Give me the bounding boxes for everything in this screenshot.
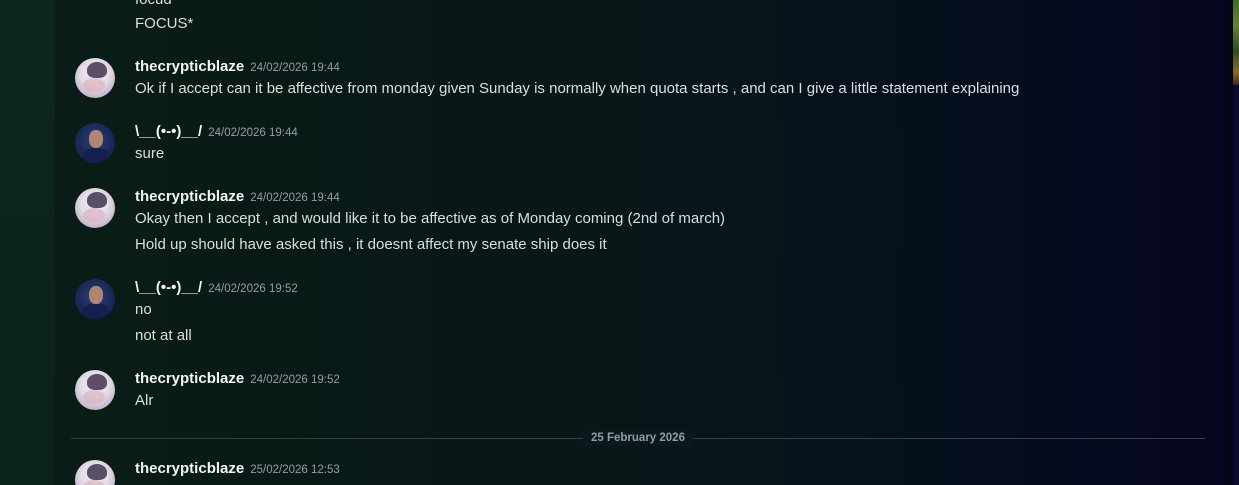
message-header: \__(•-•)__/ 24/02/2026 19:44 — [135, 122, 298, 142]
message-timestamp[interactable]: 24/02/2026 19:52 — [208, 283, 298, 295]
message-timestamp[interactable]: 24/02/2026 19:44 — [208, 127, 298, 139]
left-panel-edge — [0, 0, 55, 485]
message-line: focud* — [135, 0, 178, 10]
message-line: Hold up should have asked this , it does… — [135, 236, 607, 253]
message-header: thecrypticblaze 24/02/2026 19:52 — [135, 369, 340, 389]
username[interactable]: thecrypticblaze — [135, 370, 244, 387]
username[interactable]: thecrypticblaze — [135, 58, 244, 75]
message-line: FOCUS* — [135, 15, 194, 32]
message-header: \__(•-•)__/ 24/02/2026 19:52 — [135, 278, 298, 298]
avatar[interactable] — [75, 188, 115, 228]
username[interactable]: thecrypticblaze — [135, 188, 244, 205]
avatar[interactable] — [75, 58, 115, 98]
message-timestamp[interactable]: 24/02/2026 19:44 — [250, 192, 340, 204]
message-header: thecrypticblaze 24/02/2026 19:44 — [135, 187, 340, 207]
avatar[interactable] — [75, 370, 115, 410]
message-header: thecrypticblaze 25/02/2026 12:53 — [135, 459, 340, 479]
message-line: no — [135, 301, 152, 318]
message-timestamp[interactable]: 24/02/2026 19:44 — [250, 62, 340, 74]
message-header: thecrypticblaze 24/02/2026 19:44 — [135, 57, 340, 77]
avatar[interactable] — [75, 279, 115, 319]
message-timestamp[interactable]: 24/02/2026 19:52 — [250, 374, 340, 386]
message-line: sure — [135, 145, 165, 162]
date-divider-label: 25 February 2026 — [583, 430, 693, 446]
message-line: Ok if I accept can it be affective from … — [135, 80, 1020, 97]
background-image-strip — [1233, 0, 1239, 85]
right-panel-edge — [1233, 0, 1239, 485]
username[interactable]: \__(•-•)__/ — [135, 279, 202, 296]
username[interactable]: \__(•-•)__/ — [135, 123, 202, 140]
username[interactable]: thecrypticblaze — [135, 460, 244, 477]
avatar[interactable] — [75, 123, 115, 163]
message-line: Alr — [135, 392, 154, 409]
message-timestamp[interactable]: 25/02/2026 12:53 — [250, 464, 340, 476]
message-line: not at all — [135, 327, 192, 344]
chat-scrollbar[interactable] — [1225, 0, 1233, 485]
message-line: Okay then I accept , and would like it t… — [135, 210, 726, 227]
